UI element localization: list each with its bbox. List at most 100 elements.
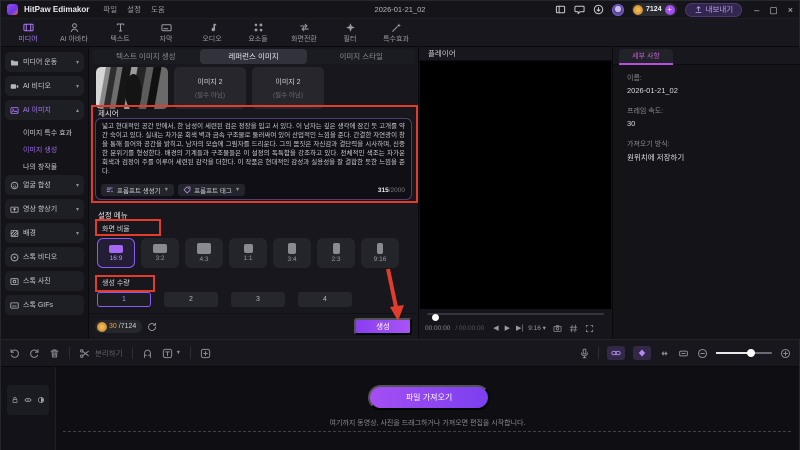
sidebar-item[interactable]: 영상 향상기 ▾ (5, 199, 84, 219)
ribbon-tab[interactable]: 자막 (143, 22, 189, 44)
undo-icon[interactable] (9, 348, 20, 359)
credits-pill[interactable]: 7124 + (632, 3, 677, 16)
keyframe-toggle[interactable] (633, 346, 651, 360)
reference-image-slot[interactable]: 이미지 2 (필수 아님) (174, 67, 246, 109)
menu-item-0[interactable]: 파일 (103, 4, 117, 15)
import-file-button[interactable]: 파일 가져오기 (368, 385, 490, 410)
delete-icon[interactable] (49, 348, 60, 359)
reference-image-thumbnail[interactable] (96, 67, 168, 109)
sidebar-item[interactable]: 배경 ▾ (5, 223, 84, 243)
seek-bar[interactable] (427, 313, 604, 321)
sidebar-item[interactable]: 스톡 사진 (5, 271, 84, 291)
generator-tab[interactable]: 텍스트 이미지 생성 (92, 49, 200, 64)
text-tool-icon[interactable] (162, 348, 173, 359)
app-logo-icon (7, 4, 18, 15)
settings-menu-label: 설정 메뉴 (98, 211, 128, 220)
divider (190, 347, 192, 359)
drop-hint-text: 여기까지 동영상, 사진을 드래그하거나 가져오면 편집을 시작합니다. (329, 420, 526, 427)
quantity-option[interactable]: 3 (231, 292, 285, 307)
keyframe-icon (637, 348, 647, 358)
player-ratio-select[interactable]: 9:16 ▾ (528, 324, 546, 332)
zoom-in-icon[interactable] (780, 348, 791, 359)
prompt-textarea[interactable]: 넓고 현대적인 공간 안에서, 한 남성이 세련된 검은 정장을 입고 서 있다… (95, 118, 412, 200)
refresh-icon[interactable] (147, 322, 157, 332)
snapshot-icon[interactable] (553, 324, 562, 333)
sidebar-item-label: 미디어 운동 (23, 59, 58, 66)
detail-value: 원위치에 저장하기 (627, 153, 685, 162)
ribbon-tab[interactable]: 요소들 (235, 22, 281, 44)
prompt-tag-label: 프롬프트 태그 (194, 188, 232, 195)
timeline-zoom-slider[interactable] (716, 349, 772, 357)
prompt-generator-button[interactable]: 프롬프트 생성기 ▼ (101, 184, 175, 196)
fit-timeline-icon[interactable] (659, 348, 670, 359)
sidebar-item[interactable]: 스톡 비디오 (5, 247, 84, 267)
sidebar-sub-item[interactable]: 이미지 특수 효과 (5, 124, 84, 141)
generate-button[interactable]: 생성 (354, 318, 412, 335)
link-toggle[interactable] (607, 346, 625, 360)
grid-icon[interactable] (569, 324, 578, 333)
menu-item-1[interactable]: 설정 (127, 4, 141, 15)
fullscreen-icon[interactable] (585, 324, 594, 333)
sidebar-item[interactable]: AI 비디오 ▾ (5, 76, 84, 96)
generator-tab[interactable]: 이미지 스타일 (307, 49, 415, 64)
player-control-row: 00:00:00 / 00:00:00 ◀ ▶ ▶| 9:16 ▾ (425, 320, 608, 336)
generator-tab[interactable]: 레퍼런스 이미지 (199, 49, 308, 64)
quantity-option[interactable]: 4 (298, 292, 352, 307)
prompt-tag-button[interactable]: 프롬프트 태그 ▼ (178, 184, 246, 196)
close-button[interactable]: × (788, 5, 793, 15)
quantity-option[interactable]: 2 (164, 292, 218, 307)
generator-footer: 30 /7124 생성 (89, 313, 418, 339)
divider (131, 347, 133, 359)
feedback-chat-icon[interactable] (574, 4, 585, 15)
sidebar-sub-item[interactable]: 나의 창작물 (5, 158, 84, 175)
aspect-option[interactable]: 3:2 (141, 238, 179, 268)
add-credits-icon[interactable]: + (664, 4, 675, 15)
media-icon (22, 22, 34, 33)
menu-item-2[interactable]: 도움 (151, 4, 165, 15)
quantity-option[interactable]: 1 (97, 292, 151, 307)
timeline-area[interactable]: 파일 가져오기 여기까지 동영상, 사진을 드래그하거나 가져오면 편집을 시작… (1, 367, 799, 450)
maximize-button[interactable]: ▢ (769, 5, 778, 15)
user-avatar[interactable] (612, 3, 625, 16)
play-icon[interactable]: ▶ (505, 324, 510, 332)
export-button[interactable]: 내보내기 (684, 2, 743, 17)
aspect-option[interactable]: 16:9 (97, 238, 135, 268)
eye-icon[interactable] (24, 396, 32, 404)
sidebar-item[interactable]: 얼굴 합성 ▾ (5, 175, 84, 195)
sidebar-item[interactable]: GIF 스톡 GIFs (5, 295, 84, 315)
aspect-option[interactable]: 3:4 (273, 238, 311, 268)
aspect-option[interactable]: 9:16 (361, 238, 399, 268)
track-height-icon[interactable] (678, 348, 689, 359)
redo-icon[interactable] (29, 348, 40, 359)
minimize-button[interactable]: – (754, 5, 759, 15)
layout-panel-icon[interactable] (555, 4, 566, 15)
ribbon-tab[interactable]: 필터 (327, 22, 373, 44)
ribbon-tab[interactable]: 미디어 (5, 22, 51, 44)
ribbon-tab[interactable]: 텍스트 (97, 22, 143, 44)
ribbon-tab[interactable]: 오디오 (189, 22, 235, 44)
previous-frame-icon[interactable]: ◀ (493, 324, 498, 332)
detail-label: 가져오기 방식: (627, 141, 670, 148)
next-frame-icon[interactable]: ▶| (516, 324, 523, 332)
tab-details[interactable]: 세부 사항 (619, 49, 673, 65)
add-marker-icon[interactable] (200, 348, 211, 359)
ribbon-tab[interactable]: 특수효과 (373, 22, 419, 44)
ribbon-tab[interactable]: 화면전환 (281, 22, 327, 44)
aspect-option[interactable]: 2:3 (317, 238, 355, 268)
ribbon-tab[interactable]: AI 아바타 (51, 22, 97, 44)
sidebar-item[interactable]: 미디어 운동 ▾ (5, 52, 84, 72)
reference-image-slot[interactable]: 이미지 2 (필수 아님) (252, 67, 324, 109)
zoom-slider-handle[interactable] (747, 349, 756, 357)
aspect-option[interactable]: 4:3 (185, 238, 223, 268)
sidebar-item[interactable]: AI 이미지 ▴ (5, 100, 84, 120)
ribbon-tab-label: 텍스트 (110, 35, 130, 43)
sidebar-sub-item[interactable]: 이미지 생성 (5, 141, 84, 158)
zoom-out-icon[interactable] (697, 348, 708, 359)
download-icon[interactable] (593, 4, 604, 15)
split-icon[interactable] (79, 348, 90, 359)
microphone-icon[interactable] (579, 348, 590, 359)
mute-icon[interactable] (37, 396, 45, 404)
magnet-icon[interactable] (142, 348, 153, 359)
lock-icon[interactable] (11, 396, 19, 404)
aspect-option[interactable]: 1:1 (229, 238, 267, 268)
